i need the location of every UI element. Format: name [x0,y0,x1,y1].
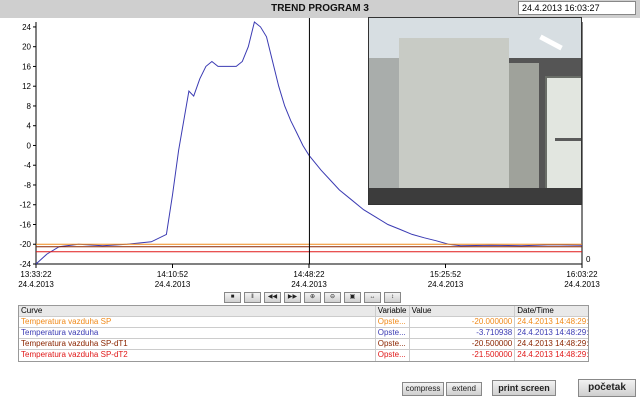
compress-button[interactable]: compress [402,382,444,396]
print-screen-button[interactable]: print screen [492,380,556,396]
header-variable[interactable]: Variable [376,306,410,316]
x-tick-time: 14:48:22 [293,270,325,279]
y-tick-label: 12 [22,82,31,91]
x-tick-date: 24.4.2013 [155,280,191,289]
x-tick-time: 15:25:52 [430,270,462,279]
row-variable: Opste... [376,350,410,361]
table-row[interactable]: Temperatura vazduha SP-dT2 Opste... -21.… [19,350,588,361]
row-datetime: 24.4.2013 14:48:29:537 [517,339,588,348]
table-row[interactable]: Temperatura vazduha SP-dT1 Opste... -20.… [19,339,588,350]
y-tick-label: 8 [27,102,32,111]
pause-button[interactable]: ‖ [244,292,261,303]
x-tick-date: 24.4.2013 [564,280,600,289]
start-button[interactable]: početak [578,379,636,397]
row-value: -20.500000 [410,339,516,349]
x-tick-date: 24.4.2013 [428,280,464,289]
y-tick-label: -12 [19,201,31,210]
zoom-x-button[interactable]: ↔ [364,292,381,303]
zoom-area-button[interactable]: ▣ [344,292,361,303]
y-tick-label: -8 [24,181,32,190]
row-datetime: 24.4.2013 14:48:29:537 [517,328,588,337]
y-tick-label: -16 [19,220,31,229]
y-tick-label: 20 [22,43,31,52]
climate-chamber-photo [368,17,582,205]
row-curve: Temperatura vazduha SP-dT1 [19,339,376,349]
row-variable: Opste... [376,317,410,327]
table-row[interactable]: Temperatura vazduha SP Opste... -20.0000… [19,317,588,328]
header-datetime[interactable]: Date/Time [515,306,588,316]
trend-toolbar: ■ ‖ ◀◀ ▶▶ ⊕ ⊖ ▣ ↔ ↕ [224,292,401,304]
stop-button[interactable]: ■ [224,292,241,303]
x-tick-time: 14:10:52 [157,270,189,279]
row-curve: Temperatura vazduha [19,328,376,338]
zoom-in-button[interactable]: ⊕ [304,292,321,303]
datetime-display: 24.4.2013 16:03:27 [518,1,636,15]
forward-button[interactable]: ▶▶ [284,292,301,303]
row-variable: Opste... [376,339,410,349]
row-datetime: 24.4.2013 14:48:29:537 [517,350,588,359]
y-tick-label: 24 [22,23,31,32]
header-curve[interactable]: Curve [19,306,376,316]
x-tick-date: 24.4.2013 [291,280,327,289]
zoom-out-button[interactable]: ⊖ [324,292,341,303]
y-tick-label: -4 [24,161,32,170]
row-value: -21.500000 [410,350,516,361]
row-variable: Opste... [376,328,410,338]
table-header-row: Curve Variable Value Date/Time [19,306,588,317]
y-tick-label: 4 [27,122,32,131]
row-curve: Temperatura vazduha SP-dT2 [19,350,376,361]
row-curve: Temperatura vazduha SP [19,317,376,327]
extend-button[interactable]: extend [446,382,482,396]
table-row[interactable]: Temperatura vazduha Opste... -3.710938 2… [19,328,588,339]
title-bar: TREND PROGRAM 3 24.4.2013 16:03:27 [0,0,640,18]
row-value: -20.000000 [410,317,516,327]
curve-table: Curve Variable Value Date/Time Temperatu… [18,305,589,362]
zoom-y-button[interactable]: ↕ [384,292,401,303]
right-axis-tick-label: 0 [586,255,591,264]
y-tick-label: -24 [19,260,31,269]
y-tick-label: -20 [19,240,31,249]
y-tick-label: 16 [22,62,31,71]
x-tick-date: 24.4.2013 [18,280,54,289]
header-value[interactable]: Value [410,306,516,316]
rewind-button[interactable]: ◀◀ [264,292,281,303]
x-tick-time: 16:03:22 [566,270,598,279]
row-datetime: 24.4.2013 14:48:29:537 [517,317,588,326]
x-tick-time: 13:33:22 [20,270,52,279]
y-tick-label: 0 [27,141,32,150]
row-value: -3.710938 [410,328,516,338]
